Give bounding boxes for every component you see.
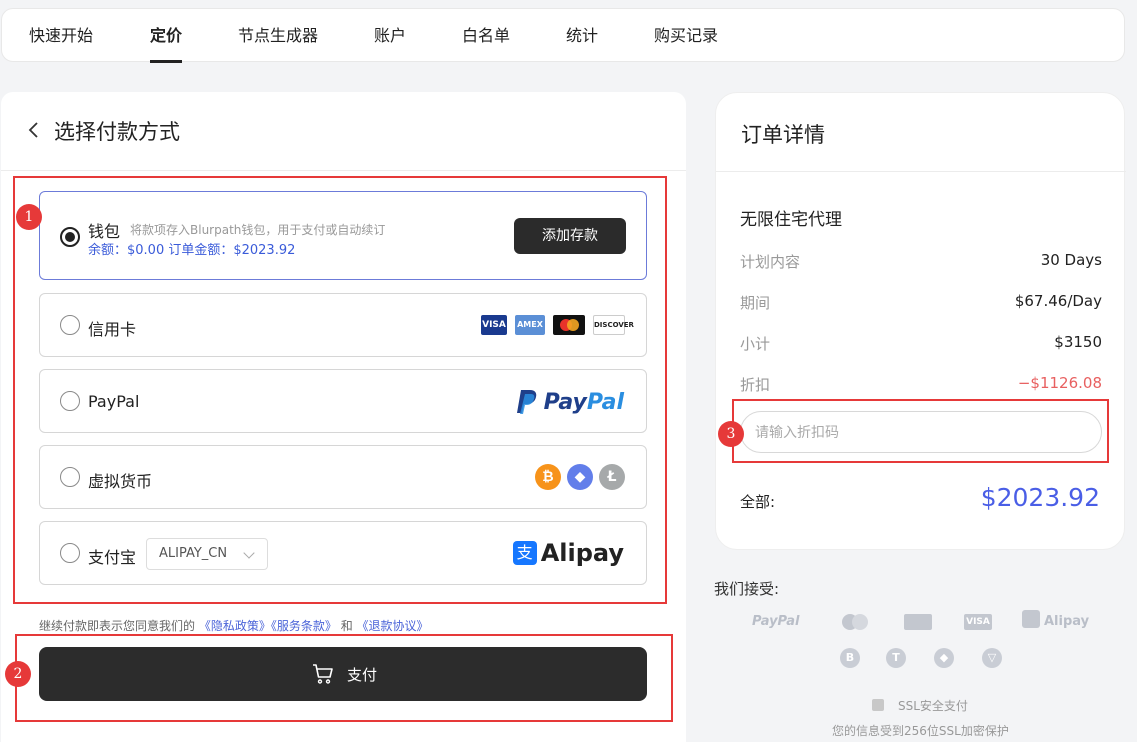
tab-node-generator[interactable]: 节点生成器	[238, 9, 318, 63]
pay-button-label: 支付	[347, 666, 378, 684]
annotation-marker-3: 3	[718, 421, 744, 447]
ethereum-icon: ◆	[567, 464, 593, 490]
order-row-key: 小计	[740, 335, 771, 353]
tab-whitelist[interactable]: 白名单	[462, 9, 510, 63]
paypal-logo: PayPal	[516, 388, 624, 416]
tab-quickstart[interactable]: 快速开始	[29, 9, 93, 63]
cart-icon	[313, 664, 333, 684]
select-value: ALIPAY_CN	[159, 546, 228, 561]
bitcoin-gray-icon: B	[840, 648, 860, 668]
order-row-key: 计划内容	[740, 253, 801, 271]
top-nav: 快速开始 定价 节点生成器 账户 白名单 统计 购买记录	[1, 8, 1125, 63]
radio-wallet[interactable]	[60, 227, 80, 247]
litecoin-icon: Ł	[599, 464, 625, 490]
discount-value: −$1126.08	[1017, 374, 1102, 392]
ethereum-gray-icon: ◆	[934, 648, 954, 668]
payment-option-wallet[interactable]: 钱包 将款项存入Blurpath钱包，用于支付或自动续订 余额：$0.00 订单…	[39, 191, 647, 280]
radio-crypto[interactable]	[60, 467, 80, 487]
bitcoin-icon: ₿	[535, 464, 561, 490]
order-row-key: 折扣	[740, 376, 771, 394]
alipay-region-select[interactable]: ALIPAY_CN	[146, 538, 268, 570]
credit-card-label: 信用卡	[88, 320, 137, 339]
radio-alipay[interactable]	[60, 543, 80, 563]
payment-option-alipay[interactable]: 支付宝 ALIPAY_CN 支 Alipay	[39, 521, 647, 585]
mastercard-gray-icon	[842, 610, 874, 634]
paypal-logo-text: PayPal	[543, 389, 624, 415]
order-row-key: 期间	[740, 294, 771, 312]
tron-gray-icon: ▽	[982, 648, 1002, 668]
total-label: 全部:	[740, 493, 776, 511]
discover-icon: DISCOVER	[593, 315, 634, 335]
visa-gray-icon: VISA	[964, 614, 992, 630]
paypal-mark-icon	[516, 390, 536, 414]
order-row-value: $67.46/Day	[1014, 292, 1102, 310]
refund-policy-link[interactable]: 《退款协议》	[357, 619, 429, 633]
accepted-methods-row: PayPal VISA Alipay	[752, 610, 1092, 634]
amex-gray-icon	[904, 614, 932, 630]
alipay-mark-icon: 支	[512, 541, 537, 565]
tab-pricing[interactable]: 定价	[150, 9, 183, 63]
agreement-text: 继续付款即表示您同意我们的 《隐私政策》《服务条款》 和 《退款协议》	[39, 617, 429, 634]
alipay-label: 支付宝	[88, 548, 137, 567]
terms-of-service-link[interactable]: 《服务条款》	[271, 619, 337, 633]
order-title: 订单详情	[741, 123, 825, 147]
divider	[1, 170, 686, 171]
agreement-prefix: 继续付款即表示您同意我们的	[39, 619, 196, 633]
add-deposit-button[interactable]: 添加存款	[514, 218, 626, 254]
wallet-balance: 余额：$0.00 订单金额：$2023.92	[88, 243, 296, 258]
card-brand-badges: VISA AMEX DISCOVER	[481, 315, 634, 335]
alipay-gray-icon	[1022, 610, 1040, 628]
mastercard-icon	[553, 315, 585, 335]
paypal-logo-gray: PayPal	[752, 614, 800, 629]
order-row-value: $3150	[1054, 333, 1102, 351]
tab-purchase-history[interactable]: 购买记录	[654, 9, 718, 63]
privacy-policy-link[interactable]: 《隐私政策》	[199, 619, 271, 633]
tab-statistics[interactable]: 统计	[566, 9, 598, 63]
alipay-logo-text: Alipay	[540, 539, 624, 567]
wallet-note: 将款项存入Blurpath钱包，用于支付或自动续订	[130, 223, 386, 237]
alipay-logo: 支 Alipay	[512, 539, 624, 567]
alipay-gray-text: Alipay	[1044, 614, 1090, 629]
ssl-text: SSL安全支付	[898, 699, 968, 713]
ssl-badge: SSL安全支付	[872, 697, 968, 714]
radio-paypal[interactable]	[60, 391, 80, 411]
payment-option-paypal[interactable]: PayPal PayPal	[39, 369, 647, 433]
divider	[716, 171, 1126, 172]
crypto-icons: ₿ ◆ Ł	[535, 464, 625, 490]
payment-option-crypto[interactable]: 虚拟货币 ₿ ◆ Ł	[39, 445, 647, 509]
crypto-label: 虚拟货币	[88, 472, 153, 491]
order-row-value: 30 Days	[1040, 251, 1102, 269]
annotation-marker-1: 1	[16, 204, 42, 230]
shield-icon	[872, 699, 884, 711]
tether-gray-icon: T	[886, 648, 906, 668]
page-title: 选择付款方式	[54, 120, 180, 144]
paypal-label: PayPal	[88, 392, 140, 411]
tab-account[interactable]: 账户	[374, 9, 406, 63]
amex-icon: AMEX	[515, 315, 545, 335]
accepted-methods-title: 我们接受:	[714, 580, 780, 598]
total-value: $2023.92	[980, 483, 1100, 512]
chevron-left-icon[interactable]	[26, 120, 42, 140]
coupon-input[interactable]	[740, 411, 1102, 453]
order-details-card: 订单详情 无限住宅代理 计划内容 30 Days 期间 $67.46/Day 小…	[715, 92, 1126, 550]
radio-credit-card[interactable]	[60, 315, 80, 335]
annotation-marker-2: 2	[5, 661, 31, 687]
accepted-coins-row: B T ◆ ▽	[840, 648, 1010, 672]
chevron-down-icon	[243, 547, 255, 559]
agreement-and: 和	[340, 619, 353, 633]
ssl-note: 您的信息受到256位SSL加密保护	[832, 724, 1009, 738]
alipay-logo-gray: Alipay	[1022, 610, 1089, 634]
product-name: 无限住宅代理	[740, 210, 842, 230]
pay-button[interactable]: 支付	[39, 647, 647, 701]
payment-option-credit-card[interactable]: 信用卡 VISA AMEX DISCOVER	[39, 293, 647, 357]
visa-icon: VISA	[481, 315, 507, 335]
